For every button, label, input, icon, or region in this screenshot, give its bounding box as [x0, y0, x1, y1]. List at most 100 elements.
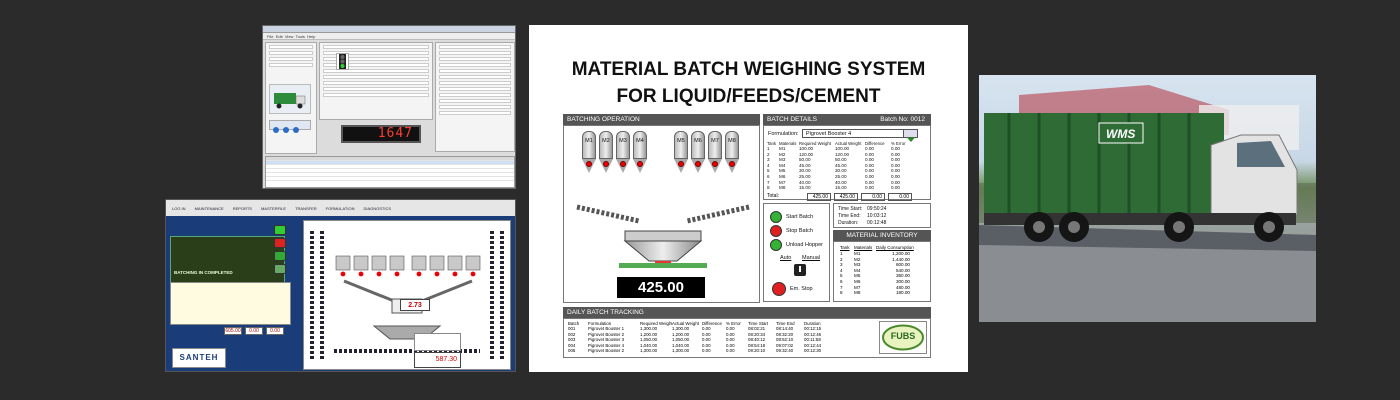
column-header: Daily Consumption — [876, 245, 914, 250]
total-cell: 0.00 — [861, 192, 885, 201]
playback-buttons[interactable] — [269, 120, 311, 133]
table-cell: Pigrovet Booster 2 — [588, 348, 625, 354]
table-cell: 0.00 — [865, 185, 874, 191]
table-row: 8 M8 15.00 15.00 0.00 0.00 — [767, 185, 927, 191]
silo-m4: M4 — [633, 131, 647, 173]
scale-weight-readout: 425.00 — [617, 277, 705, 298]
summary-table — [414, 333, 461, 351]
total-cell: 425.00 — [834, 192, 858, 201]
menu-item[interactable]: Tools — [296, 34, 305, 39]
table-cell: 09:32:40 — [776, 348, 794, 354]
silo-m8: M8 — [725, 131, 739, 173]
company-logo: FUBS — [879, 321, 927, 354]
stop-batch-button[interactable]: Stop Batch — [770, 225, 813, 237]
tab-maintenance[interactable]: MAINTENANCE — [195, 206, 224, 211]
santeh-logo: SANTEH — [172, 348, 226, 368]
formulation-select[interactable]: Pigrovet Booster 4 — [802, 129, 918, 142]
tab-reports[interactable]: REPORTS — [233, 206, 252, 211]
tab-login[interactable]: LOG IN — [172, 206, 186, 211]
column-header: Tank — [840, 245, 850, 250]
unload-button[interactable] — [274, 251, 286, 261]
mode-button[interactable] — [274, 264, 286, 274]
table-row: 8 M8 180.00 — [840, 290, 930, 296]
records-grid[interactable] — [265, 156, 515, 188]
material-inventory-header: MATERIAL INVENTORY — [833, 230, 931, 241]
start-button[interactable] — [274, 225, 286, 235]
table-cell: M8 — [854, 290, 861, 296]
chevron-down-icon[interactable] — [903, 130, 917, 142]
menu-bar: File Edit View Tools Help — [263, 33, 515, 40]
batch-details-header: BATCH DETAILS Batch No: 0012 — [763, 114, 931, 125]
table-row: 005 Pigrovet Booster 2 1,300.00 1,300.00 0.0… — [568, 348, 930, 354]
plant-process-diagram — [303, 220, 511, 370]
total-cell: 425.00 — [807, 192, 831, 201]
batch-total-row: Total: 425.00 425.00 0.00 0.00 — [767, 192, 927, 201]
valve-indicator-icon — [729, 161, 735, 167]
table-cell: M8 — [779, 185, 786, 191]
table-cell: 00:12:30 — [804, 348, 822, 354]
batch-weighing-system-panel: MATERIAL BATCH WEIGHING SYSTEM FOR LIQUI… — [529, 25, 968, 372]
timing-box: Time Start: 09:50:24 Time End: 10:03:12 … — [833, 203, 931, 228]
column-header: Materials — [854, 245, 873, 250]
container-logo: WMS — [1106, 127, 1136, 141]
batch-materials-table — [170, 282, 291, 325]
silo-m1: M1 — [582, 131, 596, 173]
unload-hopper-button[interactable]: Unload Hopper — [770, 239, 823, 251]
scale-software-screenshot: File Edit View Tools Help 1647 — [262, 25, 516, 189]
tab-masterfile[interactable]: MASTERFILE — [261, 206, 286, 211]
truck-thumbnail — [269, 84, 311, 114]
material-inventory-area: Tank Materials Daily Consumption 1 M1 1,200.… — [833, 241, 931, 302]
green-lamp-icon — [770, 211, 782, 223]
valve-indicator-icon — [695, 161, 701, 167]
right-side-panel — [435, 42, 515, 152]
menu-item[interactable]: File — [267, 34, 273, 39]
total-cell: 0.00 — [888, 192, 912, 201]
table-cell: 8 — [840, 290, 843, 296]
table-cell: 09:20:10 — [748, 348, 766, 354]
table-cell: 005 — [568, 348, 576, 354]
green-lamp-icon — [770, 239, 782, 251]
valve-indicator-icon — [637, 161, 643, 167]
traffic-light-icon — [336, 53, 349, 70]
emergency-stop-button[interactable]: Em. Stop — [772, 282, 813, 296]
table-cell: 15.00 — [799, 185, 811, 191]
stop-button[interactable] — [274, 238, 286, 248]
truck-on-weighbridge-image — [979, 85, 1316, 322]
table-cell: 1,300.00 — [672, 348, 690, 354]
page-subtitle: FOR LIQUID/FEEDS/CEMENT — [616, 86, 881, 107]
table-cell: 180.00 — [895, 290, 910, 296]
menu-item[interactable]: Edit — [276, 34, 283, 39]
red-lamp-icon — [770, 225, 782, 237]
batch-number: Batch No: 0012 — [880, 116, 925, 123]
silo-m3: M3 — [616, 131, 630, 173]
time-end: 10:03:12 — [867, 213, 887, 219]
silo-m5: M5 — [674, 131, 688, 173]
mode-selector-switch-icon[interactable] — [793, 263, 807, 277]
tab-diagnostics[interactable]: DIAGNOSTICS — [363, 206, 391, 211]
red-lamp-icon — [772, 282, 786, 296]
total-value: 605.00 — [224, 327, 242, 335]
silo-m7: M7 — [708, 131, 722, 173]
valve-indicator-icon — [586, 161, 592, 167]
table-cell: 0.00 — [891, 185, 900, 191]
valve-indicator-icon — [620, 161, 626, 167]
silo-m2: M2 — [599, 131, 613, 173]
menu-item[interactable]: View — [285, 34, 294, 39]
batching-operation-header: BATCHING OPERATION — [563, 114, 760, 125]
formulation-label: Formulation: — [768, 131, 799, 137]
daily-batch-tracking-area: Batch Formulation Required Weight Actual We… — [563, 318, 931, 358]
tab-formulation[interactable]: FORMULATION — [326, 206, 355, 211]
table-cell: 0.00 — [702, 348, 711, 354]
valve-indicator-icon — [678, 161, 684, 167]
page-title: MATERIAL BATCH WEIGHING SYSTEM — [571, 59, 926, 80]
valve-indicator-icon — [712, 161, 718, 167]
scale-readout: 2.73 — [400, 299, 430, 311]
table-cell: 8 — [767, 185, 770, 191]
start-batch-button[interactable]: Start Batch — [770, 211, 813, 223]
tab-transfer[interactable]: TRANSFER — [295, 206, 317, 211]
menu-item[interactable]: Help — [307, 34, 315, 39]
auto-label: Auto — [780, 255, 792, 261]
table-cell: 0.00 — [726, 348, 735, 354]
duration: 00:12:48 — [867, 220, 887, 226]
time-start: 09:50:24 — [867, 206, 887, 212]
